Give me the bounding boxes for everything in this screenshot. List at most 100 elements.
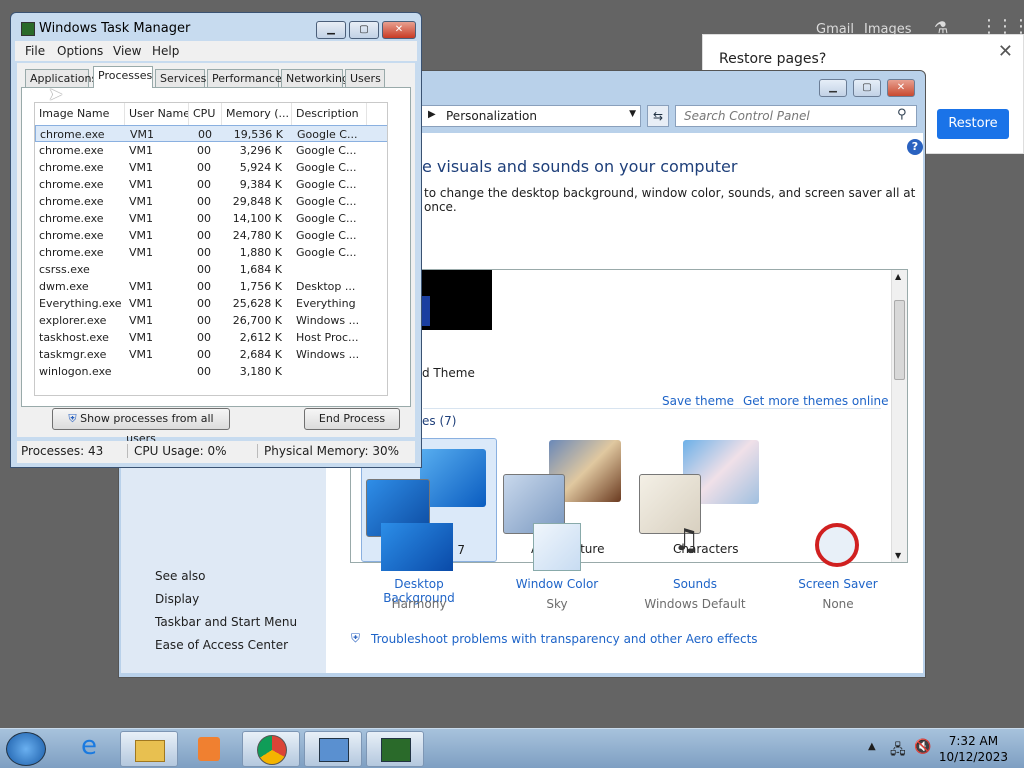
taskbar: e ▲ 🖧 🔇 7:32 AM 10/12/2023 <box>0 728 1024 768</box>
status-cpu: CPU Usage: 0% <box>127 444 227 458</box>
window-color-link[interactable]: Window Color <box>502 577 612 591</box>
shield-icon: ⛨ <box>351 631 361 645</box>
process-list[interactable]: Image Name User Name CPU Memory (... Des… <box>34 102 388 396</box>
more-themes-link[interactable]: Get more themes online <box>743 394 889 408</box>
menu-help[interactable]: Help <box>152 44 179 58</box>
table-row[interactable]: chrome.exe VM1 00 24,780 K Google C... <box>35 227 387 244</box>
status-processes: Processes: 43 <box>21 444 104 458</box>
table-row[interactable]: chrome.exe VM1 00 3,296 K Google C... <box>35 142 387 159</box>
table-row[interactable]: chrome.exe VM1 00 19,536 K Google C... <box>35 125 387 142</box>
volume-muted-icon[interactable]: 🔇 <box>914 739 931 755</box>
table-row[interactable]: taskmgr.exe VM1 00 2,684 K Windows ... <box>35 346 387 363</box>
table-row[interactable]: chrome.exe VM1 00 5,924 K Google C... <box>35 159 387 176</box>
table-row[interactable]: Everything.exe VM1 00 25,628 K Everything <box>35 295 387 312</box>
menu-view[interactable]: View <box>113 44 141 58</box>
clock-date: 10/12/2023 <box>938 750 1008 764</box>
table-row[interactable]: chrome.exe VM1 00 9,384 K Google C... <box>35 176 387 193</box>
cell-memory: 26,700 K <box>232 314 282 327</box>
sounds-icon[interactable]: ♫ <box>673 523 700 558</box>
help-icon[interactable]: ? <box>907 139 923 155</box>
menu-bar: File Options View Help <box>15 41 417 61</box>
cell-cpu: 00 <box>197 263 211 276</box>
cell-description: Google C... <box>296 144 357 157</box>
control-panel-icon[interactable] <box>304 731 362 767</box>
chrome-icon[interactable] <box>242 731 300 767</box>
chevron-down-icon[interactable]: ▼ <box>629 109 636 119</box>
network-icon[interactable]: 🖧 <box>890 739 906 763</box>
table-row[interactable]: winlogon.exe 00 3,180 K <box>35 363 387 380</box>
aero-themes-heading: es (7) <box>422 414 457 428</box>
close-icon[interactable]: ✕ <box>998 41 1013 62</box>
media-player-icon[interactable] <box>180 731 238 767</box>
troubleshoot-link[interactable]: Troubleshoot problems with transparency … <box>371 632 758 646</box>
maximize-button[interactable]: ▢ <box>349 21 379 39</box>
tab-processes[interactable]: Processes <box>93 66 153 88</box>
menu-options[interactable]: Options <box>57 44 103 58</box>
column-user-name[interactable]: User Name <box>125 103 189 125</box>
screen-saver-icon[interactable] <box>815 523 859 567</box>
file-explorer-icon[interactable] <box>120 731 178 767</box>
cell-user-name: VM1 <box>129 212 154 225</box>
menu-file[interactable]: File <box>25 44 45 58</box>
minimize-button[interactable]: ▁ <box>819 79 847 97</box>
column-image-name[interactable]: Image Name <box>35 103 125 125</box>
cell-memory: 5,924 K <box>239 161 282 174</box>
theme-gallery: d Theme Save theme Get more themes onlin… <box>350 269 908 563</box>
search-input[interactable]: Search Control Panel <box>675 105 917 127</box>
cell-memory: 1,756 K <box>239 280 282 293</box>
refresh-icon[interactable]: ⇆ <box>647 105 669 127</box>
tab-services[interactable]: Services <box>155 69 206 87</box>
table-row[interactable]: dwm.exe VM1 00 1,756 K Desktop ... <box>35 278 387 295</box>
close-button[interactable]: ✕ <box>887 79 915 97</box>
table-row[interactable]: csrss.exe 00 1,684 K <box>35 261 387 278</box>
cell-cpu: 00 <box>197 365 211 378</box>
end-process-button[interactable]: End Process <box>304 408 400 430</box>
show-hidden-icons-icon[interactable]: ▲ <box>868 741 876 752</box>
cell-cpu: 00 <box>197 144 211 157</box>
task-manager-icon <box>21 22 35 36</box>
see-also-taskbar[interactable]: Taskbar and Start Menu <box>155 615 297 629</box>
window-color-icon[interactable] <box>533 523 581 571</box>
see-also-ease-of-access[interactable]: Ease of Access Center <box>155 638 288 652</box>
breadcrumb[interactable]: Personalization <box>446 109 537 123</box>
restore-button[interactable]: Restore <box>937 109 1009 139</box>
tab-networking[interactable]: Networking <box>281 69 349 87</box>
column-cpu[interactable]: CPU <box>189 103 222 125</box>
show-all-processes-button[interactable]: ⛨ Show processes from all users <box>52 408 230 445</box>
column-memory[interactable]: Memory (... <box>222 103 292 125</box>
table-row[interactable]: chrome.exe VM1 00 29,848 K Google C... <box>35 193 387 210</box>
gallery-scrollbar[interactable]: ▲ ▼ <box>891 270 907 562</box>
internet-explorer-icon[interactable]: e <box>60 731 118 767</box>
tab-users[interactable]: Users <box>345 69 385 87</box>
cell-description: Everything <box>296 297 356 310</box>
scroll-down-icon[interactable]: ▼ <box>895 551 901 560</box>
table-row[interactable]: chrome.exe VM1 00 1,880 K Google C... <box>35 244 387 261</box>
cell-memory: 14,100 K <box>232 212 282 225</box>
scroll-up-icon[interactable]: ▲ <box>895 272 901 281</box>
search-icon[interactable]: ⚲ <box>897 107 907 122</box>
cell-cpu: 00 <box>197 178 211 191</box>
scrollbar-thumb[interactable] <box>894 300 905 380</box>
table-row[interactable]: chrome.exe VM1 00 14,100 K Google C... <box>35 210 387 227</box>
address-bar[interactable]: ▶ Personalization ▼ <box>419 105 641 127</box>
tab-performance[interactable]: Performance <box>207 69 282 87</box>
table-row[interactable]: explorer.exe VM1 00 26,700 K Windows ... <box>35 312 387 329</box>
column-description[interactable]: Description <box>292 103 367 125</box>
cell-image-name: chrome.exe <box>39 246 104 259</box>
maximize-button[interactable]: ▢ <box>853 79 881 97</box>
saved-theme-thumbnail[interactable] <box>422 270 492 330</box>
task-manager-taskbar-icon[interactable] <box>366 731 424 767</box>
minimize-button[interactable]: ▁ <box>316 21 346 39</box>
close-button[interactable]: ✕ <box>382 21 416 39</box>
theme-characters[interactable]: Characters <box>637 438 773 562</box>
save-theme-link[interactable]: Save theme <box>662 394 734 408</box>
status-memory: Physical Memory: 30% <box>257 444 399 458</box>
cell-memory: 3,296 K <box>239 144 282 157</box>
see-also-display[interactable]: Display <box>155 592 199 606</box>
clock[interactable]: 7:32 AM 10/12/2023 <box>939 733 1008 765</box>
desktop-background-icon[interactable] <box>381 523 453 571</box>
table-row[interactable]: taskhost.exe VM1 00 2,612 K Host Proc... <box>35 329 387 346</box>
start-button[interactable] <box>6 732 46 766</box>
screen-saver-link[interactable]: Screen Saver <box>783 577 893 591</box>
sounds-link[interactable]: Sounds <box>640 577 750 591</box>
